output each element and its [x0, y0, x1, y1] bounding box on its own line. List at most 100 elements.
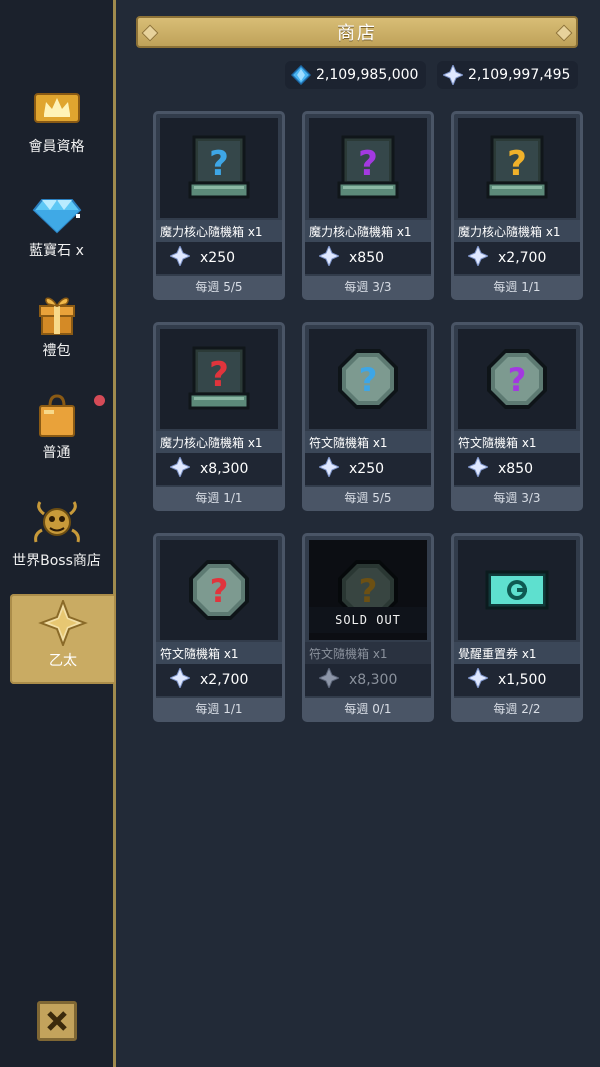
sidebar-item-label: 禮包: [42, 343, 71, 359]
item-price-row: x8,300: [156, 453, 282, 485]
mana-core-box-icon: ?: [160, 329, 278, 429]
ether-crystal-icon: [466, 244, 490, 270]
svg-text:?: ?: [507, 144, 527, 184]
sidebar-item-label: 世界Boss商店: [12, 553, 101, 569]
item-price-row: x250: [305, 453, 431, 485]
shop-item-card[interactable]: 覺醒重置券 x1 x1,500 每週 2/2: [451, 533, 583, 722]
item-price-row: x850: [454, 453, 580, 485]
item-purchase-limit: 每週 1/1: [195, 702, 243, 716]
ether-crystal-icon: [38, 598, 88, 648]
item-price-row: x850: [305, 242, 431, 274]
item-name-row: 魔力核心隨機箱 x1: [454, 220, 580, 242]
item-price: x8,300: [349, 672, 398, 688]
ether-crystal-icon: [168, 666, 192, 692]
sidebar-item-ether[interactable]: 乙太: [10, 594, 116, 684]
item-price-row: x1,500: [454, 664, 580, 696]
item-purchase-limit-row: 每週 3/3: [454, 487, 580, 508]
ether-crystal-icon: [317, 455, 341, 481]
item-price: x2,700: [200, 672, 249, 688]
item-purchase-limit: 每週 1/1: [493, 280, 541, 294]
item-price-row: x2,700: [454, 242, 580, 274]
shop-title-banner: 商店: [136, 16, 578, 48]
svg-text:?: ?: [359, 572, 378, 610]
diamond-icon: [32, 190, 82, 236]
svg-text:?: ?: [359, 361, 378, 399]
item-name: 魔力核心隨機箱 x1: [160, 224, 263, 239]
item-name: 符文隨機箱 x1: [309, 435, 388, 450]
shop-item-card[interactable]: ? 符文隨機箱 x1 x250 每週 5/5: [302, 322, 434, 511]
item-name-row: 符文隨機箱 x1: [305, 431, 431, 453]
item-price-row: x250: [156, 242, 282, 274]
item-purchase-limit-row: 每週 1/1: [156, 487, 282, 508]
ether-crystal-icon: [168, 455, 192, 481]
item-name: 魔力核心隨機箱 x1: [160, 435, 263, 450]
item-purchase-limit: 每週 5/5: [195, 280, 243, 294]
rune-box-icon: ?: [458, 329, 576, 429]
item-purchase-limit: 每週 3/3: [493, 491, 541, 505]
svg-text:?: ?: [508, 361, 527, 399]
svg-text:?: ?: [210, 572, 229, 610]
page-title: 商店: [337, 23, 377, 44]
item-name-row: 符文隨機箱 x1: [305, 642, 431, 664]
item-price-row: x2,700: [156, 664, 282, 696]
sidebar-item-label: 會員資格: [28, 139, 85, 155]
item-purchase-limit-row: 每週 2/2: [454, 698, 580, 719]
shop-item-card[interactable]: ? 符文隨機箱 x1 x2,700 每週 1/1: [153, 533, 285, 722]
rune-box-icon: ?: [160, 540, 278, 640]
item-purchase-limit-row: 每週 5/5: [156, 276, 282, 297]
item-name: 覺醒重置券 x1: [458, 646, 537, 661]
crown-icon: [32, 86, 82, 132]
gift-icon: [32, 290, 82, 336]
currency-gem: 2,109,985,000: [285, 61, 427, 89]
item-name: 符文隨機箱 x1: [458, 435, 537, 450]
item-purchase-limit: 每週 5/5: [344, 491, 392, 505]
item-price: x250: [200, 250, 236, 266]
item-price: x850: [498, 461, 534, 477]
sidebar-item-world-boss-shop[interactable]: 世界Boss商店: [0, 494, 113, 584]
item-price: x8,300: [200, 461, 249, 477]
shop-item-card[interactable]: ? 符文隨機箱 x1 x850 每週 3/3: [451, 322, 583, 511]
shop-item-card[interactable]: ? SOLD OUT 符文隨機箱 x1 x8,300 每週 0/1: [302, 533, 434, 722]
sidebar-item-gift[interactable]: 禮包: [0, 284, 113, 374]
item-price: x1,500: [498, 672, 547, 688]
item-name: 符文隨機箱 x1: [160, 646, 239, 661]
item-price: x2,700: [498, 250, 547, 266]
ether-crystal-icon: [317, 244, 341, 270]
close-button[interactable]: [37, 1001, 77, 1041]
item-name: 魔力核心隨機箱 x1: [458, 224, 561, 239]
sidebar-item-membership[interactable]: 會員資格: [0, 80, 113, 170]
shop-item-card[interactable]: ? 魔力核心隨機箱 x1 x850 每週 3/3: [302, 111, 434, 300]
item-name-row: 魔力核心隨機箱 x1: [156, 431, 282, 453]
item-name-row: 符文隨機箱 x1: [454, 431, 580, 453]
shop-item-card[interactable]: ? 魔力核心隨機箱 x1 x250 每週 5/5: [153, 111, 285, 300]
notification-dot: [94, 395, 105, 406]
boss-emblem-icon: [32, 500, 82, 546]
ether-crystal-icon: [168, 244, 192, 270]
mana-core-box-icon: ?: [160, 118, 278, 218]
item-purchase-limit-row: 每週 1/1: [454, 276, 580, 297]
sidebar-item-label: 普通: [42, 445, 71, 461]
shop-item-card[interactable]: ? 魔力核心隨機箱 x1 x8,300 每週 1/1: [153, 322, 285, 511]
item-purchase-limit: 每週 0/1: [344, 702, 392, 716]
sidebar-item-label: 藍寶石 x: [29, 243, 84, 259]
item-purchase-limit-row: 每週 3/3: [305, 276, 431, 297]
sold-out-label: SOLD OUT: [309, 607, 427, 633]
currency-amount: 2,109,985,000: [316, 67, 419, 83]
item-name: 魔力核心隨機箱 x1: [309, 224, 412, 239]
item-name-row: 符文隨機箱 x1: [156, 642, 282, 664]
shopping-bag-icon: [32, 392, 82, 438]
shop-item-card[interactable]: ? 魔力核心隨機箱 x1 x2,700 每週 1/1: [451, 111, 583, 300]
item-price: x250: [349, 461, 385, 477]
item-purchase-limit-row: 每週 0/1: [305, 698, 431, 719]
svg-text:?: ?: [209, 144, 229, 184]
sidebar-item-sapphire[interactable]: 藍寶石 x: [0, 184, 113, 274]
item-purchase-limit: 每週 2/2: [493, 702, 541, 716]
item-purchase-limit: 每週 1/1: [195, 491, 243, 505]
item-price-row: x8,300: [305, 664, 431, 696]
ether-crystal-icon: [443, 65, 463, 85]
item-name-row: 覺醒重置券 x1: [454, 642, 580, 664]
currency-ether: 2,109,997,495: [437, 61, 579, 89]
sidebar: 會員資格 藍寶石 x 禮包 普通 世界Boss商店 乙太: [0, 0, 116, 1067]
close-icon: [47, 1011, 67, 1031]
mana-core-box-icon: ?: [309, 118, 427, 218]
